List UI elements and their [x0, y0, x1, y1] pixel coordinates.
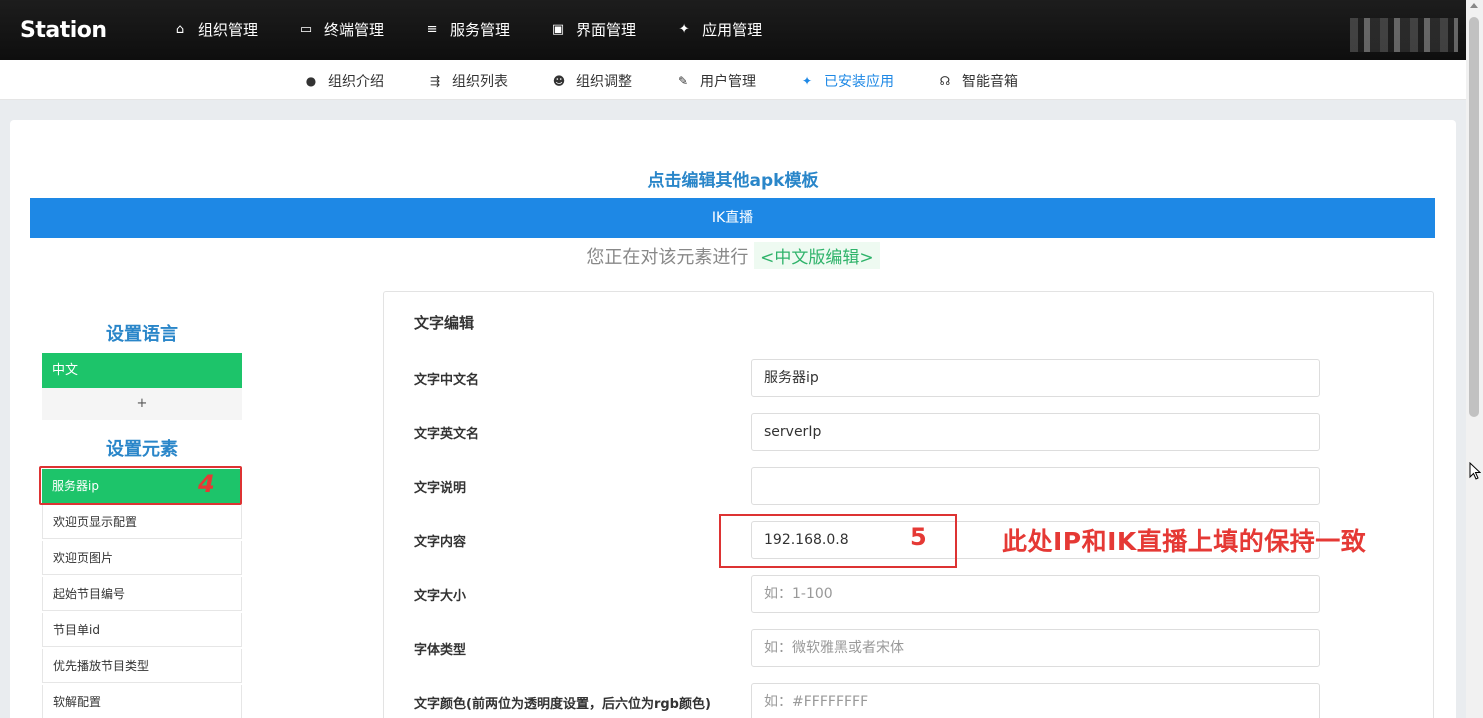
topnav-label: 界面管理 — [576, 21, 637, 39]
element-list: 服务器ip 欢迎页显示配置 欢迎页图片 起始节目编号 节目单id 优先播放节目类… — [42, 469, 242, 718]
user-edit-icon: ✎ — [677, 74, 689, 88]
subnav-org-adjust[interactable]: ☻ 组织调整 — [552, 71, 632, 91]
info-icon: ● — [305, 74, 317, 88]
subnav-smart-speaker[interactable]: ☊ 智能音箱 — [938, 71, 1018, 91]
topnav-terminal-management[interactable]: ▭ 终端管理 — [298, 19, 384, 40]
element-item[interactable]: 软解配置 — [42, 685, 242, 718]
mouse-cursor-icon — [1469, 462, 1481, 480]
user-avatar[interactable] — [1350, 18, 1458, 52]
subnav-org-intro[interactable]: ● 组织介绍 — [304, 71, 384, 91]
main-panel: 点击编辑其他apk模板 IK直播 您正在对该元素进行 <中文版编辑> 设置语言 … — [10, 120, 1456, 718]
terminal-icon: ▭ — [299, 22, 313, 37]
subnav-label: 已安装应用 — [824, 74, 894, 90]
text-edit-form: 文字编辑 文字中文名 服务器ip 文字英文名 serverIp 文字说明 文字内… — [383, 291, 1434, 718]
subnav-label: 用户管理 — [700, 74, 756, 90]
annotation-note: 此处IP和IK直播上填的保持一致 — [1002, 527, 1367, 556]
scrollbar-thumb[interactable] — [1469, 17, 1479, 417]
subnav-user-management[interactable]: ✎ 用户管理 — [676, 71, 756, 91]
home-icon: ⌂ — [175, 22, 185, 37]
language-chinese[interactable]: 中文 — [42, 353, 242, 388]
topnav-org-management[interactable]: ⌂ 组织管理 — [172, 19, 258, 40]
label-content: 文字内容 — [414, 535, 467, 550]
annotation-step5: 5 — [910, 523, 927, 551]
topnav-label: 服务管理 — [450, 21, 511, 39]
add-language-button[interactable]: + — [42, 388, 242, 420]
label-font-size: 文字大小 — [414, 589, 467, 604]
subnav-installed-apps[interactable]: ✦ 已安装应用 — [800, 71, 894, 91]
editing-language-tag: <中文版编辑> — [754, 242, 880, 269]
page-scrollbar[interactable] — [1466, 0, 1483, 718]
element-item[interactable]: 欢迎页图片 — [42, 541, 242, 575]
main-menu: ⌂ 组织管理 ▭ 终端管理 ≡ 服务管理 ▣ 界面管理 ✦ 应用管理 — [172, 19, 802, 40]
subnav-label: 组织列表 — [452, 74, 508, 90]
app-banner: IK直播 — [30, 198, 1435, 238]
editing-prefix: 您正在对该元素进行 — [586, 247, 749, 268]
label-font-color: 文字颜色(前两位为透明度设置，后六位为rgb颜色) — [414, 697, 711, 712]
element-item[interactable]: 优先播放节目类型 — [42, 649, 242, 683]
label-chinese-name: 文字中文名 — [414, 373, 480, 388]
list-icon: ⇶ — [429, 74, 441, 88]
topnav-service-management[interactable]: ≡ 服务管理 — [424, 19, 510, 40]
font-color-input[interactable]: 如：#FFFFFFFF — [751, 683, 1320, 718]
subnav-org-list[interactable]: ⇶ 组织列表 — [428, 71, 508, 91]
topnav-label: 组织管理 — [198, 21, 259, 39]
element-item[interactable]: 起始节目编号 — [42, 577, 242, 611]
subnav-label: 智能音箱 — [962, 74, 1018, 90]
font-family-input[interactable]: 如：微软雅黑或者宋体 — [751, 629, 1320, 667]
element-item[interactable]: 欢迎页显示配置 — [42, 505, 242, 539]
app-logo[interactable]: Station — [20, 18, 107, 43]
english-name-input[interactable]: serverIp — [751, 413, 1320, 451]
label-english-name: 文字英文名 — [414, 427, 480, 442]
display-icon: ▣ — [551, 22, 565, 37]
subnav-label: 组织介绍 — [328, 74, 384, 90]
editing-status: 您正在对该元素进行 <中文版编辑> — [10, 242, 1456, 269]
scroll-up-icon[interactable] — [1470, 3, 1478, 8]
users-icon: ☻ — [552, 74, 566, 88]
chinese-name-input[interactable]: 服务器ip — [751, 359, 1320, 397]
android-icon: ✦ — [678, 22, 690, 37]
label-font-family: 字体类型 — [414, 643, 467, 658]
language-section-title: 设置语言 — [106, 324, 178, 345]
description-input[interactable] — [751, 467, 1320, 505]
subnav-label: 组织调整 — [576, 74, 632, 90]
form-title: 文字编辑 — [414, 314, 475, 332]
speaker-icon: ☊ — [939, 74, 951, 88]
element-item[interactable]: 节目单id — [42, 613, 242, 647]
topnav-ui-management[interactable]: ▣ 界面管理 — [550, 19, 636, 40]
font-size-input[interactable]: 如：1-100 — [751, 575, 1320, 613]
label-description: 文字说明 — [414, 481, 467, 496]
topnav-app-management[interactable]: ✦ 应用管理 — [676, 19, 762, 40]
element-section-title: 设置元素 — [106, 439, 178, 460]
sub-navbar: ● 组织介绍 ⇶ 组织列表 ☻ 组织调整 ✎ 用户管理 ✦ 已安装应用 ☊ 智能… — [0, 60, 1466, 100]
android-icon: ✦ — [801, 74, 813, 88]
topnav-label: 终端管理 — [324, 21, 385, 39]
top-navbar: Station ⌂ 组织管理 ▭ 终端管理 ≡ 服务管理 ▣ 界面管理 ✦ 应用… — [0, 0, 1466, 60]
annotation-step4: 4 — [198, 470, 215, 498]
server-icon: ≡ — [426, 22, 438, 37]
edit-other-template-link[interactable]: 点击编辑其他apk模板 — [10, 166, 1456, 191]
topnav-label: 应用管理 — [702, 21, 763, 39]
